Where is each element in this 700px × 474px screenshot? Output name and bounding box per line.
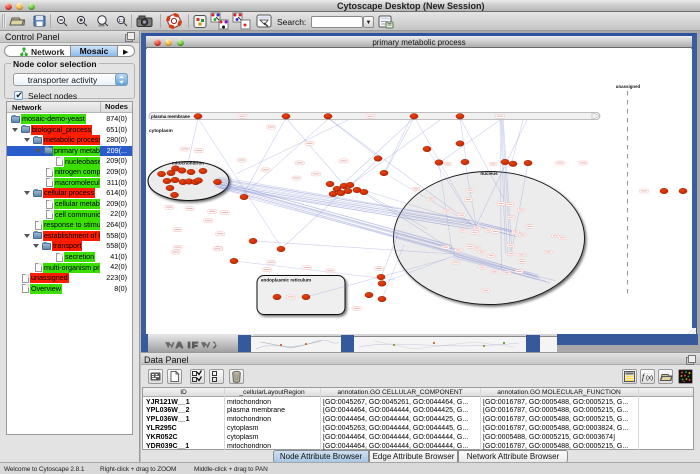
svg-text:1:1: 1:1 [119, 18, 126, 23]
svg-text:(x): (x) [646, 376, 653, 382]
svg-text:unassigned: unassigned [616, 84, 641, 89]
svg-text:plasma membrane: plasma membrane [151, 114, 190, 119]
svg-text:cytoplasm: cytoplasm [149, 128, 173, 134]
svg-text:endoplasmic reticulum: endoplasmic reticulum [261, 278, 311, 283]
